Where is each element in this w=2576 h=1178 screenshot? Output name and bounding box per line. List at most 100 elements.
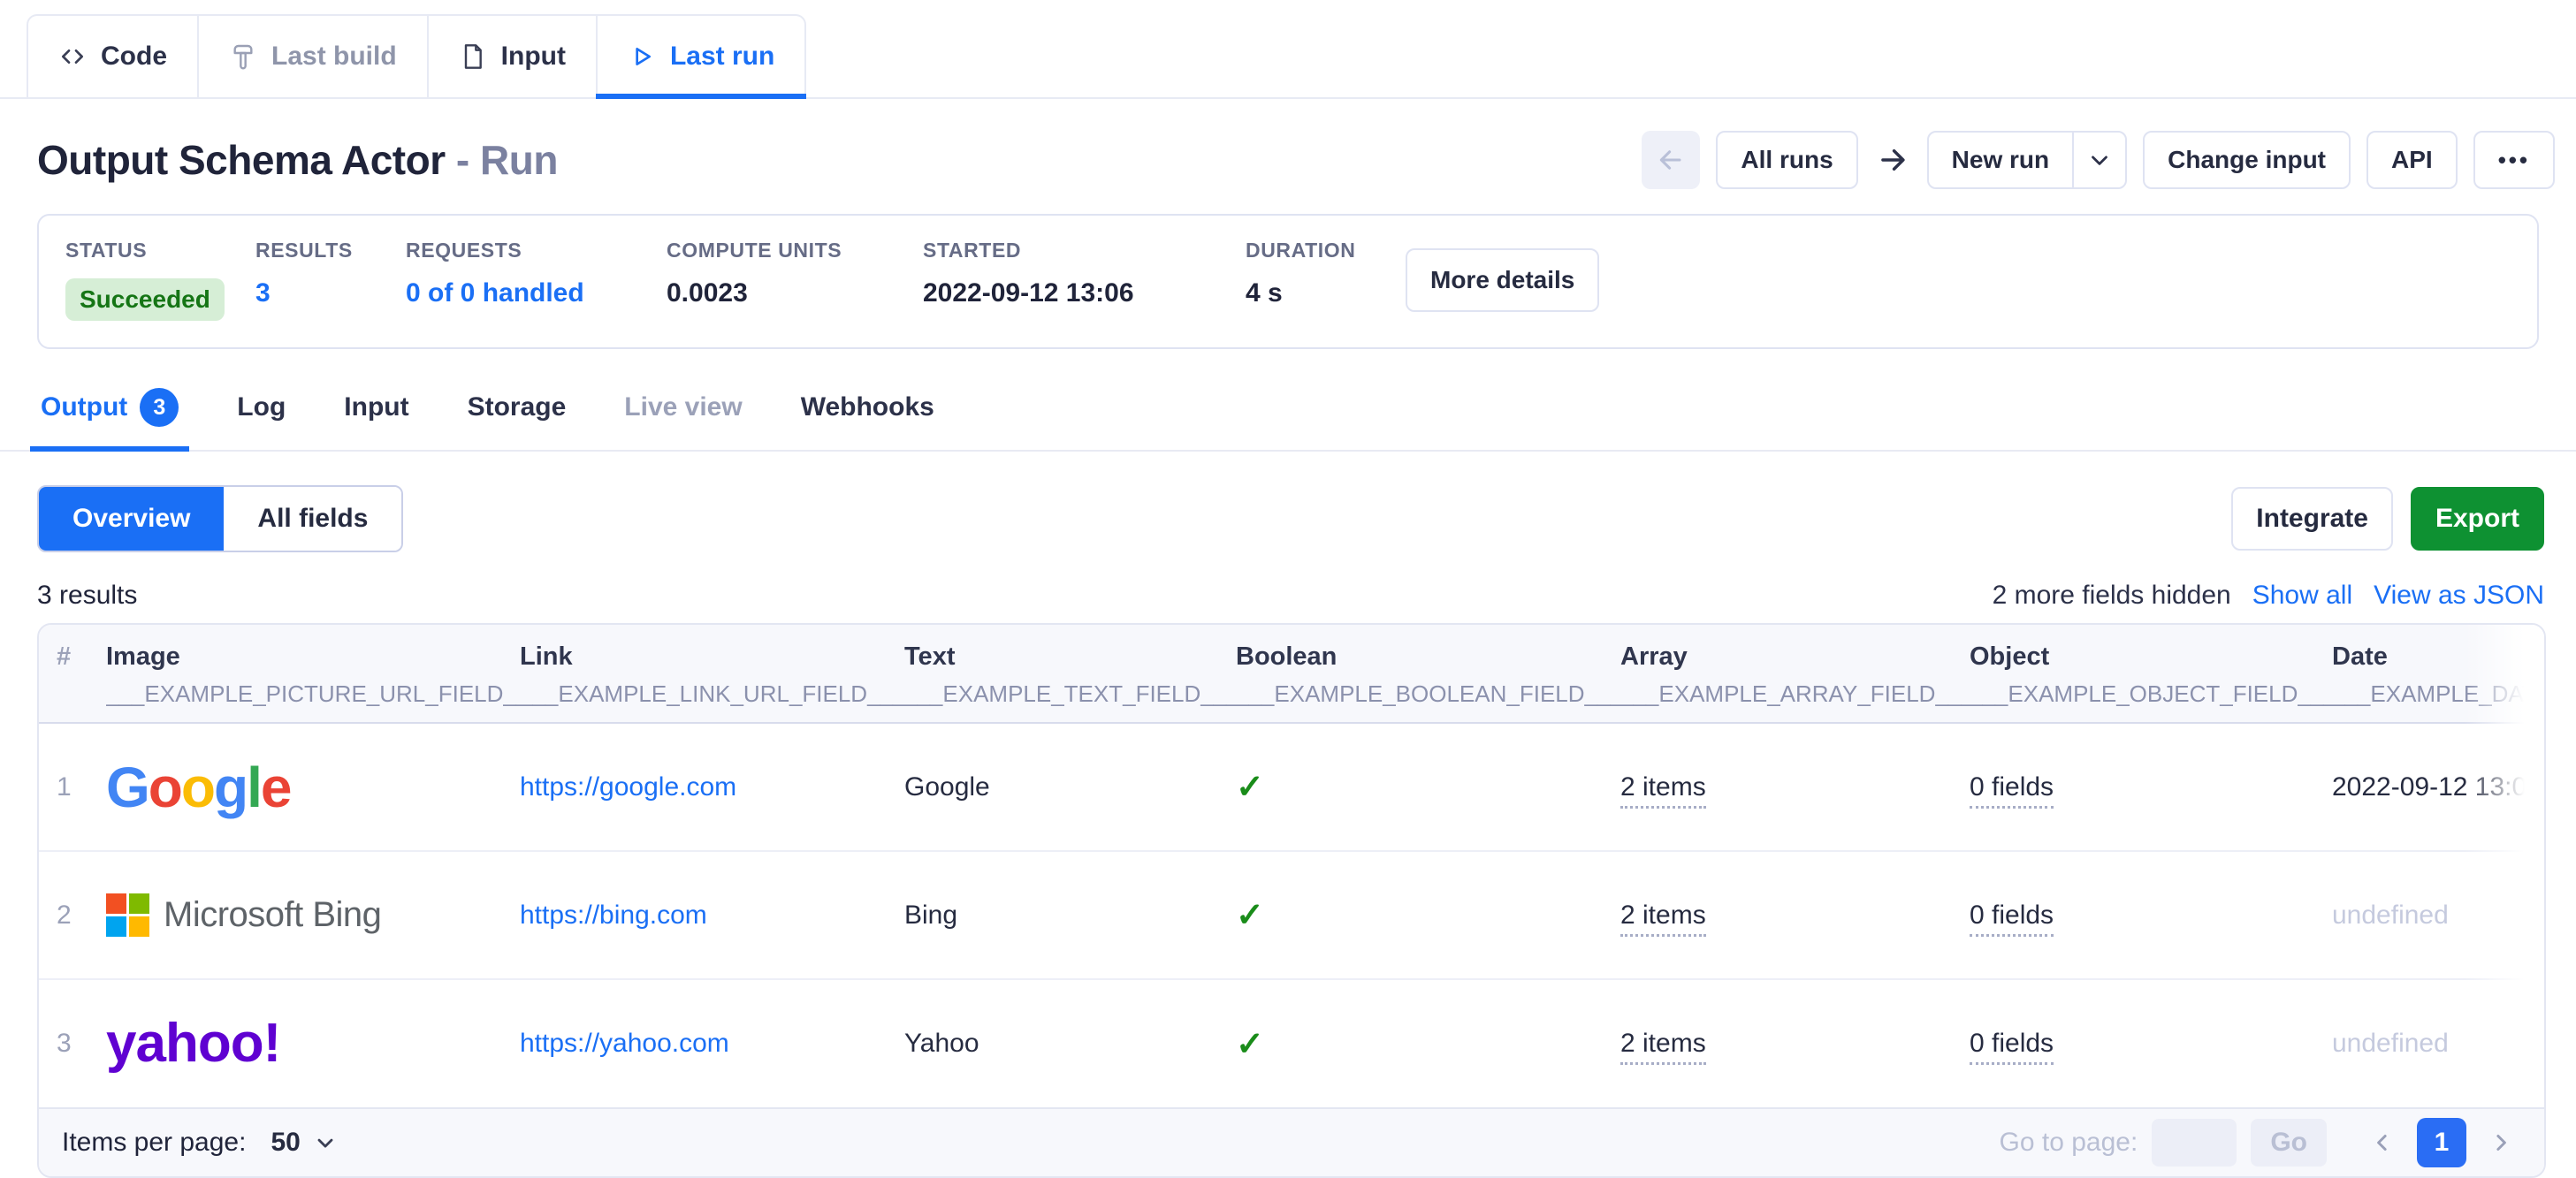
tab-label: Last run [670,42,774,72]
row-link[interactable]: https://bing.com [520,901,707,930]
hammer-icon [229,42,257,71]
started-field: STARTED 2022-09-12 13:06 [923,239,1246,308]
column-header-image: Image [106,642,520,672]
all-runs-button[interactable]: All runs [1716,131,1857,189]
go-to-page-input[interactable] [2152,1119,2237,1167]
table-row: 3 yahoo! https://yahoo.com Yahoo ✓ 2 ite… [39,979,2544,1107]
column-subheader-image: ___EXAMPLE_PICTURE_URL_FIELD___ [106,680,520,708]
overview-toggle[interactable]: Overview [39,487,224,551]
tab-input[interactable]: Input [429,14,598,97]
results-count: 3 results [37,581,137,611]
api-button[interactable]: API [2366,131,2458,189]
show-all-link[interactable]: Show all [2252,581,2352,611]
run-suffix: - Run [456,137,558,183]
started-value: 2022-09-12 13:06 [923,278,1246,308]
items-per-page-label: Items per page: [62,1128,246,1158]
row-number: 1 [39,723,106,851]
results-link[interactable]: 3 [255,278,271,308]
status-field: STATUS Succeeded [65,239,255,321]
compute-units-label: COMPUTE UNITS [667,239,923,262]
change-input-button[interactable]: Change input [2143,131,2351,189]
tab-last-build[interactable]: Last build [199,14,429,97]
go-to-page-label: Go to page: [2000,1128,2138,1158]
previous-page-button[interactable] [2362,1129,2403,1156]
check-icon: ✓ [1236,1026,1264,1063]
row-link[interactable]: https://yahoo.com [520,1029,729,1058]
arrow-left-icon [1656,145,1686,175]
page-1-button[interactable]: 1 [2417,1118,2466,1167]
table-header-row: # Image ___EXAMPLE_PICTURE_URL_FIELD___ … [39,625,2544,723]
results-meta: 3 results 2 more fields hidden Show all … [37,581,2544,611]
results-field: RESULTS 3 [255,239,406,308]
new-run-button[interactable]: New run [1929,133,2072,187]
tab-log[interactable]: Log [233,388,289,450]
table-row: 2 Microsoft Bing https://bing.com Bing ✓… [39,851,2544,979]
tab-output[interactable]: Output 3 [37,388,182,450]
items-per-page-select[interactable]: 50 [271,1128,337,1158]
object-expand[interactable]: 0 fields [1970,901,2054,937]
tab-label: Input [501,42,566,72]
chevron-down-icon [313,1130,338,1155]
header-actions: All runs New run Change input API ••• [1642,131,2555,189]
all-fields-toggle[interactable]: All fields [224,487,401,551]
column-header-text: Text [904,642,1236,672]
array-expand[interactable]: 2 items [1620,772,1706,809]
row-number: 3 [39,979,106,1107]
results-label: RESULTS [255,239,406,262]
page-title: Output Schema Actor - Run [37,136,558,184]
next-page-button[interactable] [2481,1129,2521,1156]
page-header: Output Schema Actor - Run All runs New r… [37,131,2555,189]
tab-label: Last build [271,42,397,72]
code-icon [58,42,87,71]
row-date: undefined [2332,1029,2544,1059]
row-link[interactable]: https://google.com [520,772,736,802]
array-expand[interactable]: 2 items [1620,901,1706,937]
status-badge: Succeeded [65,278,225,321]
new-run-split-button: New run [1927,131,2127,189]
tab-live-view[interactable]: Live view [621,388,745,450]
object-expand[interactable]: 0 fields [1970,1029,2054,1065]
compute-units-value: 0.0023 [667,278,923,308]
more-actions-button[interactable]: ••• [2473,131,2555,189]
column-subheader-object: ___EXAMPLE_OBJECT_FIELD___ [1970,680,2332,708]
output-actions: Integrate Export [2231,487,2544,551]
tab-storage[interactable]: Storage [464,388,570,450]
column-header-boolean: Boolean [1236,642,1620,672]
array-expand[interactable]: 2 items [1620,1029,1706,1065]
tab-label: Code [101,42,167,72]
requests-link[interactable]: 0 of 0 handled [406,278,584,308]
new-run-menu-button[interactable] [2072,133,2125,187]
check-icon: ✓ [1236,769,1264,806]
started-label: STARTED [923,239,1246,262]
next-run-button[interactable] [1874,143,1911,177]
tab-code[interactable]: Code [27,14,199,97]
go-button[interactable]: Go [2251,1119,2327,1167]
requests-label: REQUESTS [406,239,667,262]
column-header-object: Object [1970,642,2332,672]
chevron-right-icon [2488,1129,2514,1156]
view-toggle: Overview All fields [37,485,403,552]
tab-webhooks[interactable]: Webhooks [797,388,938,450]
column-subheader-text: ___EXAMPLE_TEXT_FIELD___ [904,680,1236,708]
column-subheader-boolean: ___EXAMPLE_BOOLEAN_FIELD___ [1236,680,1620,708]
bing-logo: Microsoft Bing [106,893,520,937]
column-subheader-array: ___EXAMPLE_ARRAY_FIELD___ [1620,680,1970,708]
tab-run-input[interactable]: Input [340,388,412,450]
output-controls: Overview All fields Integrate Export [37,485,2544,552]
google-logo: Google [106,759,520,816]
more-details-button[interactable]: More details [1406,248,1599,312]
duration-label: DURATION [1246,239,1391,262]
column-subheader-link: ___EXAMPLE_LINK_URL_FIELD___ [520,680,904,708]
table-footer: Items per page: 50 Go to page: Go 1 [39,1107,2544,1176]
yahoo-logo: yahoo! [106,1016,520,1071]
export-button[interactable]: Export [2411,487,2544,551]
compute-units-field: COMPUTE UNITS 0.0023 [667,239,923,308]
column-header-array: Array [1620,642,1970,672]
actor-name: Output Schema Actor [37,137,446,183]
integrate-button[interactable]: Integrate [2231,487,2393,551]
view-as-json-link[interactable]: View as JSON [2374,581,2544,611]
previous-run-button[interactable] [1642,131,1700,189]
tab-last-run[interactable]: Last run [598,14,806,97]
top-tab-bar: Code Last build Input Last run [0,0,2576,99]
object-expand[interactable]: 0 fields [1970,772,2054,809]
